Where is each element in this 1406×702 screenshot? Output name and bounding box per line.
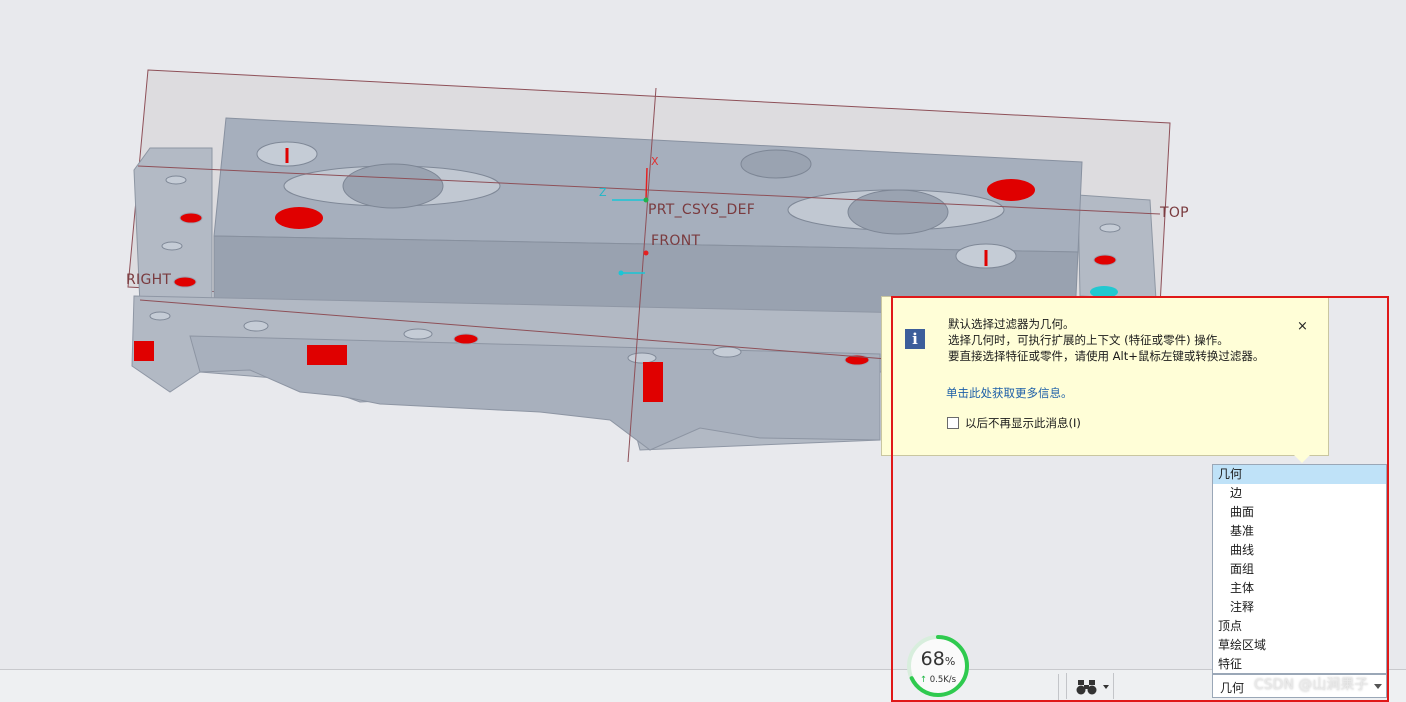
filter-dropdown-list[interactable]: 几何 边 曲面 基准 曲线 面组 主体 注释 顶点 草绘区域 特征 [1212, 464, 1387, 674]
more-info-link[interactable]: 单击此处获取更多信息。 [946, 385, 1073, 401]
filter-option-vertex[interactable]: 顶点 [1213, 617, 1386, 636]
red-hole [179, 212, 203, 224]
hole [627, 352, 657, 364]
red-pocket [643, 362, 663, 402]
network-speed-widget[interactable]: 68% ↑ 0.5K/s [906, 634, 970, 698]
dont-show-checkbox[interactable] [947, 417, 959, 429]
hole [1099, 223, 1121, 233]
filter-option-curve[interactable]: 曲线 [1213, 541, 1386, 560]
separator [1058, 674, 1059, 700]
hole [149, 311, 171, 321]
right-plane-label: RIGHT [126, 272, 172, 288]
top-plane-label: TOP [1160, 205, 1189, 221]
filter-option-geometry[interactable]: 几何 [1213, 465, 1386, 484]
filter-option-surface[interactable]: 曲面 [1213, 503, 1386, 522]
chevron-down-icon[interactable] [1374, 684, 1382, 689]
red-hole [1093, 254, 1117, 266]
x-axis-label: X [651, 155, 659, 168]
filter-option-datum[interactable]: 基准 [1213, 522, 1386, 541]
z-axis-label: Z [599, 186, 607, 199]
status-bar [0, 669, 1406, 702]
part-base-lower [189, 335, 881, 451]
front-plane-label: FRONT [651, 233, 701, 249]
red-hole [987, 179, 1035, 201]
red-hole [173, 276, 197, 288]
dont-show-label[interactable]: 以后不再显示此消息(I) [965, 415, 1081, 431]
percent-value: 68% [920, 648, 956, 670]
hole [243, 320, 269, 332]
binoculars-icon [1076, 680, 1097, 695]
upload-arrow-icon: ↑ [919, 675, 928, 685]
filter-option-body[interactable]: 主体 [1213, 579, 1386, 598]
hole [165, 175, 187, 185]
csys-x-axis [645, 167, 648, 201]
filter-option-quilt[interactable]: 面组 [1213, 560, 1386, 579]
hole [161, 241, 183, 251]
filter-option-annotation[interactable]: 注释 [1213, 598, 1386, 617]
close-icon[interactable]: × [1297, 319, 1308, 334]
filter-option-feature[interactable]: 特征 [1213, 655, 1386, 674]
red-hole [275, 207, 323, 229]
csys-label: PRT_CSYS_DEF [648, 202, 756, 218]
chevron-down-icon[interactable] [1103, 685, 1109, 689]
hole [712, 346, 742, 358]
filter-select-value: 几何 [1220, 681, 1245, 695]
hole [342, 163, 444, 209]
hole [403, 328, 433, 340]
popup-line-2: 选择几何时，可执行扩展的上下文 (特征或零件) 操作。 [948, 333, 1229, 347]
find-button[interactable] [1066, 673, 1114, 699]
info-popup: i 默认选择过滤器为几何。 选择几何时，可执行扩展的上下文 (特征或零件) 操作… [881, 296, 1329, 463]
red-pocket [134, 341, 154, 361]
hole [740, 149, 812, 179]
red-pocket [307, 345, 347, 365]
popup-line-1: 默认选择过滤器为几何。 [948, 317, 1075, 331]
watermark: CSDN @山涧果子 [1254, 677, 1369, 693]
speed-value: ↑ 0.5K/s [919, 675, 957, 685]
filter-option-sketch-region[interactable]: 草绘区域 [1213, 636, 1386, 655]
hole [847, 189, 949, 235]
red-hole [453, 333, 479, 345]
filter-option-edge[interactable]: 边 [1213, 484, 1386, 503]
popup-line-3: 要直接选择特征或零件，请使用 Alt+鼠标左键或转换过滤器。 [948, 349, 1265, 363]
info-icon: i [905, 329, 925, 349]
